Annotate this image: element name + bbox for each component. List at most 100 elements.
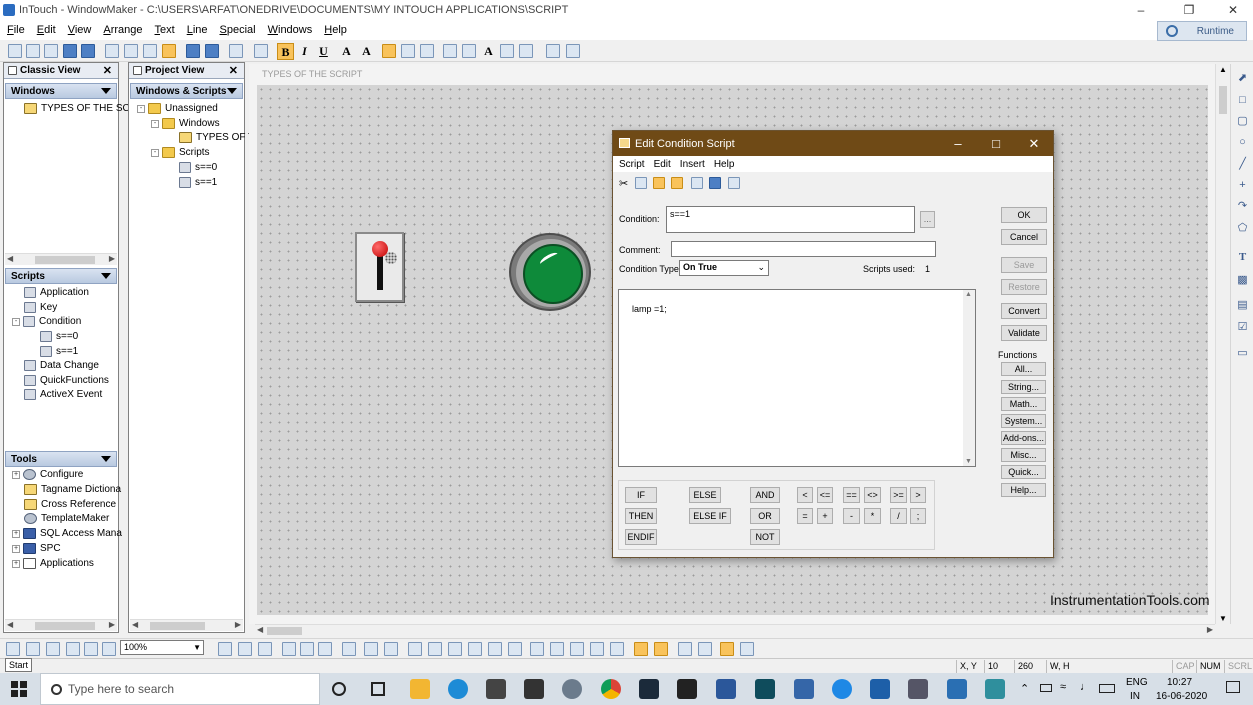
condition-input[interactable]: s==1 xyxy=(666,206,915,233)
paste-icon[interactable] xyxy=(143,44,157,58)
pen-icon[interactable] xyxy=(519,44,533,58)
align-top-icon[interactable] xyxy=(218,642,232,656)
tree-item-proj-s1[interactable]: s==1 xyxy=(179,177,217,188)
zoom-select-icon[interactable] xyxy=(66,642,80,656)
grid-dots-icon[interactable] xyxy=(720,642,734,656)
windows-scripts-header[interactable]: Windows & Scripts xyxy=(130,83,243,99)
zoom-out-icon[interactable] xyxy=(26,642,40,656)
trend-icon[interactable]: ▤ xyxy=(1236,299,1249,311)
restore-button[interactable]: Restore xyxy=(1001,279,1047,295)
tree-item-spc[interactable]: + SPC xyxy=(12,543,61,554)
op-gt-button[interactable]: > xyxy=(910,487,926,503)
tree-item-tagname-dictionary[interactable]: Tagname Dictiona xyxy=(24,484,121,495)
symbol-icon[interactable] xyxy=(570,642,584,656)
script-icon[interactable] xyxy=(566,44,580,58)
else-if-button[interactable]: ELSE IF xyxy=(689,508,731,524)
window-icon[interactable] xyxy=(691,177,703,189)
tree-item-types-window[interactable]: TYPES OF T xyxy=(179,132,254,143)
align-right-icon[interactable] xyxy=(420,44,434,58)
save-all-icon[interactable] xyxy=(81,44,95,58)
show-hidden-icon[interactable]: ⌃ xyxy=(1020,682,1029,695)
op-le-button[interactable]: <= xyxy=(817,487,833,503)
comment-input[interactable] xyxy=(671,241,936,257)
line-color-icon[interactable] xyxy=(443,44,457,58)
tree-item-applications[interactable]: + Applications xyxy=(12,558,94,569)
keyboard-icon[interactable] xyxy=(1099,684,1115,693)
center-icon[interactable] xyxy=(318,642,332,656)
op-multiply-button[interactable]: * xyxy=(864,508,881,524)
tree-item-activex-event[interactable]: ActiveX Event xyxy=(24,389,102,400)
tree-item-configure[interactable]: + Configure xyxy=(12,469,83,480)
close-project-view-icon[interactable]: ✕ xyxy=(229,64,238,77)
op-assign-button[interactable]: = xyxy=(797,508,813,524)
ellipse-icon[interactable]: ○ xyxy=(1236,136,1249,148)
function-all-button[interactable]: All... xyxy=(1001,362,1046,376)
dialog-close-icon[interactable]: ✕ xyxy=(1015,131,1053,156)
intouch-icon[interactable] xyxy=(870,679,890,699)
collapse-icon[interactable]: - xyxy=(151,119,159,128)
tree-item-sql-access[interactable]: + SQL Access Mana xyxy=(12,528,122,539)
scroll-up-icon[interactable]: ▲ xyxy=(1219,65,1227,74)
dialog-minimize-icon[interactable]: – xyxy=(939,131,977,156)
dialog-menu-script[interactable]: Script xyxy=(619,159,645,170)
check-icon[interactable]: ☑ xyxy=(1236,321,1249,333)
cut-icon[interactable] xyxy=(105,44,119,58)
zoom-fit-icon[interactable] xyxy=(46,642,60,656)
scripts-section-header[interactable]: Scripts xyxy=(5,268,117,284)
canvas-vscrollbar[interactable]: ▲ ▼ xyxy=(1215,64,1229,624)
text-tool-icon[interactable]: T xyxy=(1236,251,1249,263)
font-smaller-icon[interactable]: A xyxy=(338,43,355,60)
polyline-icon[interactable]: ↷ xyxy=(1236,200,1249,212)
notification-icon[interactable] xyxy=(1226,681,1240,693)
op-eq-button[interactable]: == xyxy=(843,487,860,503)
align-icon[interactable] xyxy=(254,44,268,58)
button-tool-icon[interactable]: ▭ xyxy=(1236,347,1249,359)
tree-item-key[interactable]: Key xyxy=(24,302,57,313)
align-bottom-icon[interactable] xyxy=(258,642,272,656)
endif-button[interactable]: ENDIF xyxy=(625,529,657,545)
font-larger-icon[interactable]: A xyxy=(358,43,375,60)
tree-item-condition[interactable]: - Condition xyxy=(12,316,81,327)
back-icon[interactable] xyxy=(408,642,422,656)
menu-special[interactable]: Special xyxy=(220,24,256,36)
if-button[interactable]: IF xyxy=(625,487,657,503)
fill-color-icon[interactable] xyxy=(462,44,476,58)
menu-file[interactable]: File xyxy=(7,24,25,36)
vscroll-thumb[interactable] xyxy=(1219,86,1227,114)
snap-icon[interactable] xyxy=(654,642,668,656)
menu-help[interactable]: Help xyxy=(324,24,347,36)
then-button[interactable]: THEN xyxy=(625,508,657,524)
copy-icon[interactable] xyxy=(635,177,647,189)
tree-item-proj-s0[interactable]: s==0 xyxy=(179,162,217,173)
space-h-icon[interactable] xyxy=(282,642,296,656)
tree-item-windows-folder[interactable]: - Windows xyxy=(151,118,220,129)
pan-hand-icon[interactable] xyxy=(102,642,116,656)
network-app-icon[interactable] xyxy=(794,679,814,699)
close-icon[interactable]: ✕ xyxy=(1210,0,1253,20)
expand-icon[interactable]: + xyxy=(12,544,20,553)
tree-item-data-change[interactable]: Data Change xyxy=(24,360,99,371)
collapse-icon[interactable]: - xyxy=(12,317,20,326)
file-explorer-icon[interactable] xyxy=(410,679,430,699)
region-indicator[interactable]: IN xyxy=(1130,691,1140,702)
text-color-icon[interactable]: A xyxy=(480,43,497,60)
word-icon[interactable] xyxy=(716,679,736,699)
italic-icon[interactable]: I xyxy=(296,43,313,60)
teamviewer-icon[interactable] xyxy=(832,679,852,699)
bitmap-icon[interactable]: ▩ xyxy=(1236,274,1249,286)
cortana-icon[interactable] xyxy=(332,682,346,696)
tree-item-cross-reference[interactable]: Cross Reference xyxy=(24,499,116,510)
edge-icon[interactable] xyxy=(448,679,468,699)
layout-icon[interactable] xyxy=(698,642,712,656)
replace-icon[interactable] xyxy=(709,177,721,189)
underline-icon[interactable]: U xyxy=(315,43,332,60)
menu-edit[interactable]: Edit xyxy=(37,24,56,36)
reshape-icon[interactable] xyxy=(488,642,502,656)
zoom-select[interactable]: 100% ▼ xyxy=(120,640,204,655)
rounded-rect-icon[interactable]: ▢ xyxy=(1236,115,1249,127)
op-divide-button[interactable]: / xyxy=(890,508,907,524)
find-icon[interactable] xyxy=(671,177,683,189)
full-screen-icon[interactable] xyxy=(678,642,692,656)
ungroup-icon[interactable] xyxy=(364,642,378,656)
print-icon[interactable] xyxy=(728,177,740,189)
